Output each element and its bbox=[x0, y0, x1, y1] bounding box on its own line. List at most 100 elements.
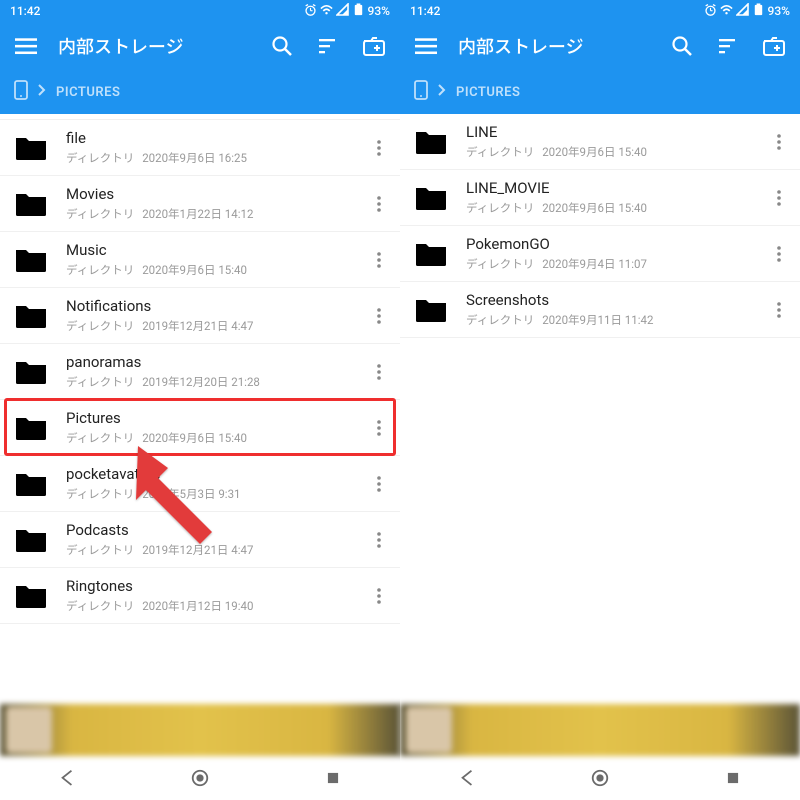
folder-icon bbox=[14, 302, 48, 330]
status-time: 11:42 bbox=[410, 4, 440, 18]
sort-icon[interactable] bbox=[314, 32, 342, 60]
more-icon[interactable] bbox=[764, 302, 794, 318]
battery-icon bbox=[352, 3, 365, 19]
status-time: 11:42 bbox=[10, 4, 40, 18]
status-bar: 11:42 93% bbox=[0, 0, 400, 22]
hamburger-icon[interactable] bbox=[412, 32, 440, 60]
wifi-icon bbox=[720, 3, 733, 19]
signal-icon bbox=[736, 3, 749, 19]
nav-recent-button[interactable] bbox=[722, 767, 744, 789]
list-item[interactable]: Notifications ディレクトリ2019年12月21日 4:47 bbox=[0, 288, 400, 344]
item-sub: ディレクトリ2020年1月12日 19:40 bbox=[66, 598, 364, 614]
list-item[interactable]: Pictures ディレクトリ2020年9月6日 15:40 bbox=[0, 400, 400, 456]
list-item[interactable]: Screenshotsディレクトリ2020年9月11日 11:42 bbox=[400, 282, 800, 338]
folder-icon bbox=[14, 190, 48, 218]
battery-pct: 93% bbox=[768, 4, 790, 18]
item-sub: ディレクトリ2020年9月6日 15:40 bbox=[466, 200, 764, 216]
item-name: Notifications bbox=[66, 297, 364, 315]
device-icon bbox=[14, 80, 28, 104]
new-folder-icon[interactable] bbox=[360, 32, 388, 60]
ad-banner[interactable] bbox=[0, 704, 400, 756]
alarm-icon bbox=[704, 3, 717, 19]
more-icon[interactable] bbox=[364, 308, 394, 324]
item-name: Music bbox=[66, 241, 364, 259]
breadcrumb-label: PICTURES bbox=[456, 85, 520, 100]
chevron-right-icon bbox=[38, 84, 46, 100]
list-item[interactable]: fileディレクトリ2020年9月6日 16:25 bbox=[0, 120, 400, 176]
item-name: Movies bbox=[66, 185, 364, 203]
list-item[interactable]: panoramas ディレクトリ2019年12月20日 21:28 bbox=[0, 344, 400, 400]
folder-icon bbox=[14, 414, 48, 442]
folder-icon bbox=[14, 134, 48, 162]
item-name: pocketavatars bbox=[66, 465, 364, 483]
search-icon[interactable] bbox=[268, 32, 296, 60]
ad-banner[interactable] bbox=[400, 704, 800, 756]
battery-icon bbox=[752, 3, 765, 19]
hamburger-icon[interactable] bbox=[12, 32, 40, 60]
wifi-icon bbox=[320, 3, 333, 19]
new-folder-icon[interactable] bbox=[760, 32, 788, 60]
item-sub: ディレクトリ2020年9月6日 15:40 bbox=[66, 430, 364, 446]
more-icon[interactable] bbox=[764, 190, 794, 206]
item-sub: ディレクトリ2019年12月21日 4:47 bbox=[66, 542, 364, 558]
item-sub: ディレクトリ2020年9月6日 15:40 bbox=[466, 144, 764, 160]
item-sub: ディレクトリ2020年5月3日 9:31 bbox=[66, 486, 364, 502]
folder-icon bbox=[414, 296, 448, 324]
left-screenshot: 11:42 93% 内部ストレージ PICTURES fileディレクトリ202… bbox=[0, 0, 400, 800]
more-icon[interactable] bbox=[364, 420, 394, 436]
folder-icon bbox=[414, 240, 448, 268]
folder-icon bbox=[14, 526, 48, 554]
alarm-icon bbox=[304, 3, 317, 19]
more-icon[interactable] bbox=[364, 140, 394, 156]
item-name: file bbox=[66, 129, 364, 147]
item-name: Ringtones bbox=[66, 577, 364, 595]
more-icon[interactable] bbox=[364, 196, 394, 212]
nav-home-button[interactable] bbox=[589, 767, 611, 789]
folder-icon bbox=[414, 184, 448, 212]
toolbar-title: 内部ストレージ bbox=[458, 33, 650, 59]
signal-icon bbox=[336, 3, 349, 19]
file-list[interactable]: LINEディレクトリ2020年9月6日 15:40LINE_MOVIEディレクト… bbox=[400, 114, 800, 704]
right-screenshot: 11:42 93% 内部ストレージ PICTURES LINE ディレクトリ202… bbox=[400, 0, 800, 800]
list-item[interactable]: LINE_MOVIEディレクトリ2020年9月6日 15:40 bbox=[400, 170, 800, 226]
nav-back-button[interactable] bbox=[56, 767, 78, 789]
sort-icon[interactable] bbox=[714, 32, 742, 60]
device-icon bbox=[414, 80, 428, 104]
folder-icon bbox=[14, 582, 48, 610]
chevron-right-icon bbox=[438, 84, 446, 100]
status-bar: 11:42 93% bbox=[400, 0, 800, 22]
more-icon[interactable] bbox=[364, 252, 394, 268]
item-name: Screenshots bbox=[466, 291, 764, 309]
list-item[interactable]: PokemonGO ディレクトリ2020年9月4日 11:07 bbox=[400, 226, 800, 282]
more-icon[interactable] bbox=[364, 532, 394, 548]
more-icon[interactable] bbox=[364, 476, 394, 492]
item-name: LINE bbox=[466, 123, 764, 141]
list-item[interactable]: LINE ディレクトリ2020年9月6日 15:40 bbox=[400, 114, 800, 170]
item-sub: ディレクトリ2019年12月20日 21:28 bbox=[66, 374, 364, 390]
more-icon[interactable] bbox=[364, 364, 394, 380]
list-item[interactable]: pocketavatars ディレクトリ2020年5月3日 9:31 bbox=[0, 456, 400, 512]
list-item[interactable]: Podcastsディレクトリ2019年12月21日 4:47 bbox=[0, 512, 400, 568]
item-sub: ディレクトリ2019年12月21日 4:47 bbox=[66, 318, 364, 334]
folder-icon bbox=[414, 128, 448, 156]
item-name: Pictures bbox=[66, 409, 364, 427]
breadcrumb[interactable]: PICTURES bbox=[400, 70, 800, 114]
more-icon[interactable] bbox=[764, 246, 794, 262]
more-icon[interactable] bbox=[364, 588, 394, 604]
nav-home-button[interactable] bbox=[189, 767, 211, 789]
file-list[interactable]: fileディレクトリ2020年9月6日 16:25 Movies ディレクトリ202… bbox=[0, 114, 400, 704]
search-icon[interactable] bbox=[668, 32, 696, 60]
app-toolbar: 内部ストレージ bbox=[400, 22, 800, 70]
item-name: PokemonGO bbox=[466, 235, 764, 253]
list-item[interactable]: Movies ディレクトリ2020年1月22日 14:12 bbox=[0, 176, 400, 232]
item-name: panoramas bbox=[66, 353, 364, 371]
item-sub: ディレクトリ2020年9月4日 11:07 bbox=[466, 256, 764, 272]
toolbar-title: 内部ストレージ bbox=[58, 33, 250, 59]
list-item[interactable]: Ringtones ディレクトリ2020年1月12日 19:40 bbox=[0, 568, 400, 624]
nav-back-button[interactable] bbox=[456, 767, 478, 789]
item-sub: ディレクトリ2020年1月22日 14:12 bbox=[66, 206, 364, 222]
list-item[interactable]: Musicディレクトリ2020年9月6日 15:40 bbox=[0, 232, 400, 288]
breadcrumb[interactable]: PICTURES bbox=[0, 70, 400, 114]
nav-recent-button[interactable] bbox=[322, 767, 344, 789]
more-icon[interactable] bbox=[764, 134, 794, 150]
